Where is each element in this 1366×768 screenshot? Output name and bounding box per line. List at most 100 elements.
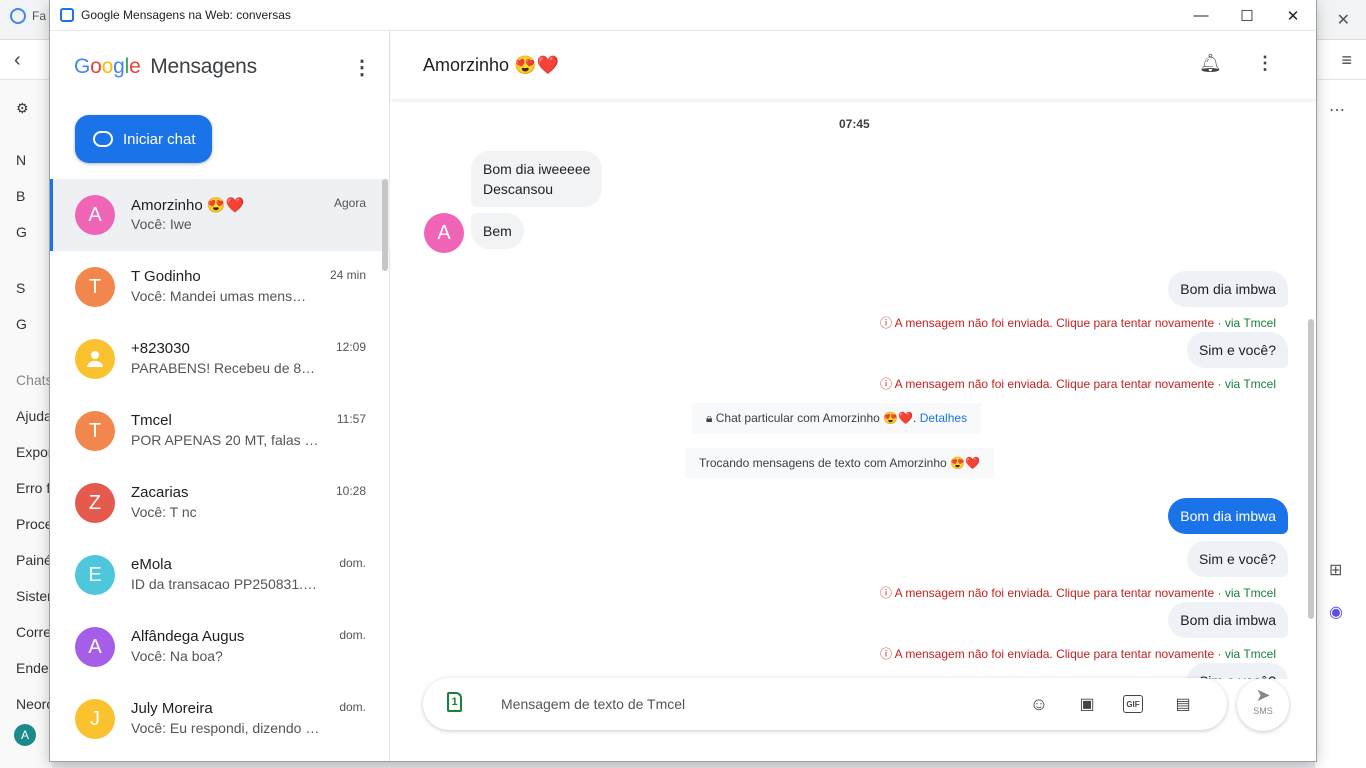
sidebar-chat-item[interactable]: Ajuda — [16, 408, 52, 424]
google-icon — [10, 8, 26, 24]
browser-close-icon[interactable]: ✕ — [1337, 10, 1350, 30]
conversation-item[interactable]: +823030 PARABENS! Recebeu de 82… 12:09 — [50, 323, 390, 395]
messages-window: Google Mensagens na Web: conversas — ☐ ✕… — [50, 0, 1316, 761]
chat-bubble-icon — [93, 131, 113, 147]
outgoing-message[interactable]: Sim e você? — [1186, 332, 1288, 368]
conversation-item[interactable]: T T Godinho Você: Mandei umas mens… 24 m… — [50, 251, 390, 323]
send-error[interactable]: ⓘ A mensagem não foi enviada. Clique par… — [880, 314, 1276, 331]
user-avatar[interactable]: A — [14, 724, 36, 746]
browser-sidebar: ⚙ N B G S G Chats Ajuda Expor Erro f Pro… — [0, 80, 55, 768]
sidebar-chat-item[interactable]: Expor — [16, 444, 53, 460]
outgoing-message[interactable]: Bom dia imbwa — [1168, 498, 1288, 534]
back-icon[interactable]: ‹ — [14, 49, 21, 72]
message-preview: PARABENS! Recebeu de 82… — [131, 360, 321, 376]
incoming-message-text: Descansou — [483, 181, 554, 197]
conversation-scrollbar[interactable] — [382, 179, 388, 271]
sidebar-chat-item[interactable]: Erro f — [16, 480, 50, 496]
thread-scrollbar[interactable] — [1308, 319, 1314, 619]
sidebar-item[interactable]: B — [16, 188, 25, 204]
incoming-message[interactable]: Bem — [471, 213, 524, 249]
sidebar-item[interactable]: S — [16, 280, 25, 296]
contact-name: Amorzinho 😍❤️ — [131, 197, 245, 214]
message-composer: 1 ☺ ▣ GIF ▤ — [423, 678, 1227, 730]
error-icon: ⓘ — [879, 586, 892, 600]
browser-tab[interactable]: Fa — [10, 8, 46, 24]
contact-avatar: Z — [75, 483, 115, 523]
person-icon — [87, 351, 103, 367]
apps-icon[interactable]: ⊞ — [1329, 560, 1342, 580]
emoji-icon[interactable]: ☺ — [1027, 692, 1051, 716]
conversation-item[interactable]: Z Zacarias Você: T nc 10:28 — [50, 467, 390, 539]
lock-icon: 🔒︎ — [706, 411, 713, 425]
more-icon[interactable]: ⋯ — [1329, 100, 1345, 120]
contact-avatar: A — [75, 627, 115, 667]
outgoing-message[interactable]: Bom dia imbwa — [1168, 602, 1288, 638]
conversation-item[interactable]: E eMola ID da transacao PP250831.… dom. — [50, 539, 390, 611]
conversation-item[interactable]: T Tmcel POR APENAS 20 MT, falas … 11:57 — [50, 395, 390, 467]
chat-options-icon[interactable]: ⋮ — [1256, 53, 1274, 74]
contact-avatar — [75, 339, 115, 379]
window-controls: — ☐ ✕ — [1178, 0, 1316, 31]
message-time: 11:57 — [336, 412, 366, 426]
outgoing-message[interactable]: Sim e você? — [1186, 541, 1288, 577]
sidebar-item[interactable]: G — [16, 224, 27, 240]
sidebar-chat-item[interactable]: Proce — [16, 516, 53, 532]
minimize-icon[interactable]: — — [1178, 0, 1224, 31]
carrier-label: · via Tmcel — [1217, 647, 1276, 661]
sidebar-chat-item[interactable]: Neoro — [16, 696, 54, 712]
window-title: Google Mensagens na Web: conversas — [81, 8, 291, 22]
sidebar-chat-item[interactable]: Painé — [16, 552, 52, 568]
assistant-icon[interactable]: ◉ — [1329, 602, 1343, 622]
send-error[interactable]: ⓘ A mensagem não foi enviada. Clique par… — [880, 584, 1276, 601]
conversation-item[interactable]: A Amorzinho 😍❤️ Você: Iwe Agora — [50, 179, 390, 251]
message-preview: ID da transacao PP250831.… — [131, 576, 318, 592]
sticker-icon[interactable]: ▣ — [1075, 692, 1099, 716]
conversation-item[interactable]: A Alfândega Augus Você: Na boa? dom. — [50, 611, 390, 683]
error-icon: ⓘ — [879, 316, 892, 330]
bell-icon[interactable]: 🔔︎ — [1199, 53, 1222, 74]
message-time: 24 min — [329, 268, 366, 282]
sidebar-chat-item[interactable]: Corre — [16, 624, 51, 640]
outgoing-message[interactable]: Sim e você? — [1186, 663, 1288, 679]
message-time: dom. — [339, 628, 366, 642]
more-options-icon[interactable]: ⋮ — [352, 55, 372, 80]
error-text: A mensagem não foi enviada. Clique para … — [894, 647, 1215, 661]
logo-letter: G — [74, 55, 91, 78]
details-link[interactable]: Detalhes — [920, 411, 967, 425]
attach-media-icon[interactable]: ▤ — [1171, 692, 1195, 716]
close-icon[interactable]: ✕ — [1270, 0, 1316, 31]
conversation-item[interactable]: J July Moreira Você: Eu respondi, dizend… — [50, 683, 390, 755]
start-chat-button[interactable]: Iniciar chat — [75, 115, 212, 163]
private-chat-notice: 🔒︎ Chat particular com Amorzinho 😍❤️. De… — [692, 403, 982, 434]
message-preview: Você: Mandei umas mens… — [131, 288, 307, 304]
send-error[interactable]: ⓘ A mensagem não foi enviada. Clique par… — [880, 375, 1276, 392]
message-input[interactable] — [501, 678, 1001, 730]
error-text: A mensagem não foi enviada. Clique para … — [894, 377, 1215, 391]
incoming-message-text: Bem — [483, 223, 512, 239]
sim-selector-icon[interactable]: 1 — [447, 692, 462, 712]
message-preview: POR APENAS 20 MT, falas … — [131, 432, 319, 448]
gif-icon[interactable]: GIF — [1123, 695, 1143, 713]
contact-name: July Moreira — [131, 700, 213, 717]
logo-letter: g — [113, 55, 125, 78]
sidebar-item[interactable]: N — [16, 152, 26, 168]
send-button[interactable]: ➤ SMS — [1237, 679, 1289, 731]
logo-letter: e — [129, 55, 141, 78]
sidebar-item[interactable]: G — [16, 316, 27, 332]
error-text: A mensagem não foi enviada. Clique para … — [894, 316, 1215, 330]
message-time: 10:28 — [335, 484, 366, 498]
message-time: dom. — [339, 556, 366, 570]
sidebar-chat-item[interactable]: Ender — [16, 660, 53, 676]
outgoing-message[interactable]: Bom dia imbwa — [1168, 271, 1288, 307]
browser-menu-icon[interactable]: ≡ — [1341, 50, 1352, 71]
maximize-icon[interactable]: ☐ — [1224, 0, 1270, 31]
carrier-label: · via Tmcel — [1217, 586, 1276, 600]
send-error[interactable]: ⓘ A mensagem não foi enviada. Clique par… — [880, 645, 1276, 662]
incoming-message[interactable]: Bom dia iweeeee Descansou — [471, 151, 603, 207]
error-icon: ⓘ — [879, 647, 892, 661]
message-preview: Você: Iwe — [131, 216, 192, 232]
contact-name: Zacarias — [131, 484, 189, 501]
conversation-list: A Amorzinho 😍❤️ Você: Iwe Agora T T Godi… — [50, 179, 390, 755]
logo-product-name: Mensagens — [150, 55, 257, 78]
app-icon — [60, 8, 74, 22]
